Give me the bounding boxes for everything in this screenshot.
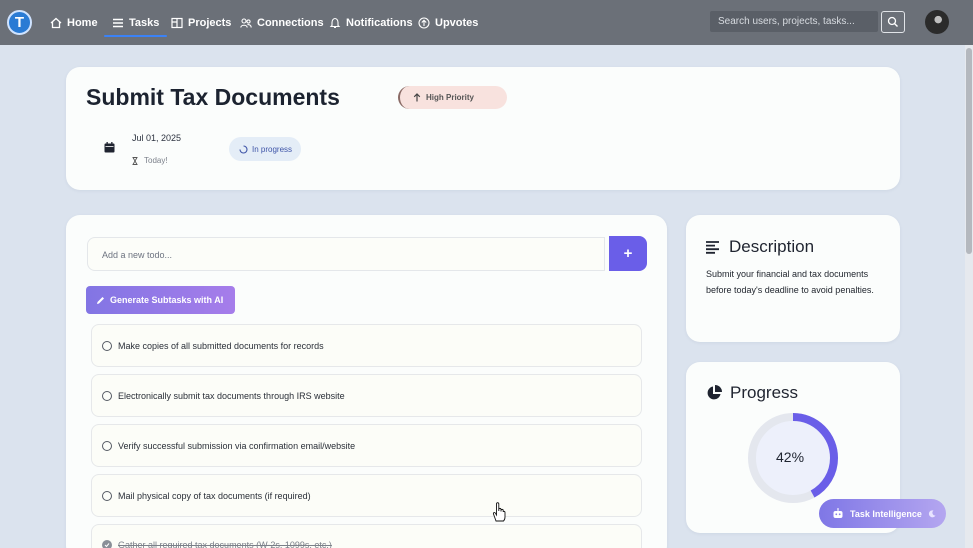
check-icon bbox=[104, 543, 110, 548]
todo-text: Electronically submit tax documents thro… bbox=[118, 390, 345, 401]
page-scrollbar-thumb[interactable] bbox=[966, 48, 972, 254]
bell-icon bbox=[329, 17, 341, 28]
todo-item[interactable]: Electronically submit tax documents thro… bbox=[91, 374, 642, 417]
todo-checkbox[interactable] bbox=[102, 490, 112, 501]
task-intelligence-label: Task Intelligence bbox=[850, 508, 922, 519]
hourglass-icon bbox=[132, 156, 138, 165]
todo-item[interactable]: Verify successful submission via confirm… bbox=[91, 424, 642, 467]
nav-upvotes[interactable]: Upvotes bbox=[418, 0, 478, 45]
todo-item[interactable]: Make copies of all submitted documents f… bbox=[91, 324, 642, 367]
search-input[interactable]: Search users, projects, tasks... bbox=[710, 11, 878, 32]
task-intelligence-button[interactable]: Task Intelligence bbox=[819, 499, 946, 528]
user-avatar[interactable] bbox=[925, 10, 949, 34]
progress-value: 42% bbox=[776, 449, 805, 465]
progress-heading: Progress bbox=[706, 383, 798, 403]
generate-subtasks-label: Generate Subtasks with AI bbox=[110, 295, 224, 305]
task-title: Submit Tax Documents bbox=[86, 84, 340, 110]
calendar-icon bbox=[104, 142, 115, 153]
status-label: In progress bbox=[252, 144, 293, 154]
nav-home-label: Home bbox=[67, 16, 98, 29]
due-note: Today! bbox=[132, 156, 168, 165]
todo-text: Gather all required tax documents (W-2s,… bbox=[118, 540, 332, 548]
nav-home[interactable]: Home bbox=[50, 0, 98, 45]
due-date: Jul 01, 2025 bbox=[132, 133, 182, 143]
generate-subtasks-button[interactable]: Generate Subtasks with AI bbox=[86, 286, 235, 314]
description-text: Submit your financial and tax documents … bbox=[706, 269, 874, 295]
board-icon bbox=[171, 17, 183, 28]
spinner-icon bbox=[239, 144, 248, 154]
arrow-up-circle-icon bbox=[418, 16, 430, 29]
progress-heading-label: Progress bbox=[730, 383, 799, 402]
new-todo-input[interactable]: Add a new todo... bbox=[87, 237, 605, 271]
nav-notifications-label: Notifications bbox=[346, 16, 413, 29]
align-left-icon bbox=[706, 240, 719, 254]
search-button[interactable] bbox=[881, 11, 905, 33]
description-heading: Description bbox=[706, 237, 814, 257]
nav-projects[interactable]: Projects bbox=[171, 0, 231, 45]
priority-badge[interactable]: High Priority bbox=[398, 86, 507, 109]
moon-icon bbox=[928, 509, 936, 517]
todo-checkbox[interactable] bbox=[102, 390, 112, 401]
nav-tasks-label: Tasks bbox=[129, 16, 160, 29]
todo-item-completed[interactable]: Gather all required tax documents (W-2s,… bbox=[91, 524, 642, 548]
priority-label: High Priority bbox=[426, 93, 475, 102]
nav-notifications[interactable]: Notifications bbox=[329, 0, 413, 45]
status-badge[interactable]: In progress bbox=[229, 137, 301, 161]
users-icon bbox=[240, 17, 252, 28]
home-icon bbox=[50, 17, 62, 28]
add-todo-button[interactable]: + bbox=[609, 236, 647, 271]
hand-cursor-icon bbox=[492, 502, 506, 522]
todo-checkbox[interactable] bbox=[102, 340, 112, 351]
search-icon bbox=[887, 16, 898, 27]
todo-checkbox[interactable] bbox=[102, 440, 112, 451]
list-icon bbox=[113, 18, 123, 27]
todo-item[interactable]: Mail physical copy of tax documents (if … bbox=[91, 474, 642, 517]
arrow-up-icon bbox=[413, 93, 421, 102]
nav-connections-label: Connections bbox=[257, 16, 324, 29]
todo-text: Make copies of all submitted documents f… bbox=[118, 340, 324, 351]
pie-chart-icon bbox=[707, 385, 722, 400]
todo-text: Verify successful submission via confirm… bbox=[118, 440, 356, 451]
todo-checkbox-checked[interactable] bbox=[102, 540, 112, 548]
due-note-label: Today! bbox=[144, 156, 168, 165]
nav-tasks[interactable]: Tasks bbox=[103, 0, 168, 45]
nav-upvotes-label: Upvotes bbox=[435, 16, 479, 29]
nav-connections[interactable]: Connections bbox=[240, 0, 324, 45]
nav-projects-label: Projects bbox=[188, 16, 232, 29]
pencil-icon bbox=[97, 296, 104, 304]
robot-icon bbox=[833, 508, 843, 518]
todo-text: Mail physical copy of tax documents (if … bbox=[118, 490, 311, 501]
app-logo[interactable]: T bbox=[7, 10, 32, 35]
description-heading-label: Description bbox=[729, 237, 815, 256]
top-navbar: T Home Tasks Projects Connections Notifi… bbox=[0, 0, 973, 45]
